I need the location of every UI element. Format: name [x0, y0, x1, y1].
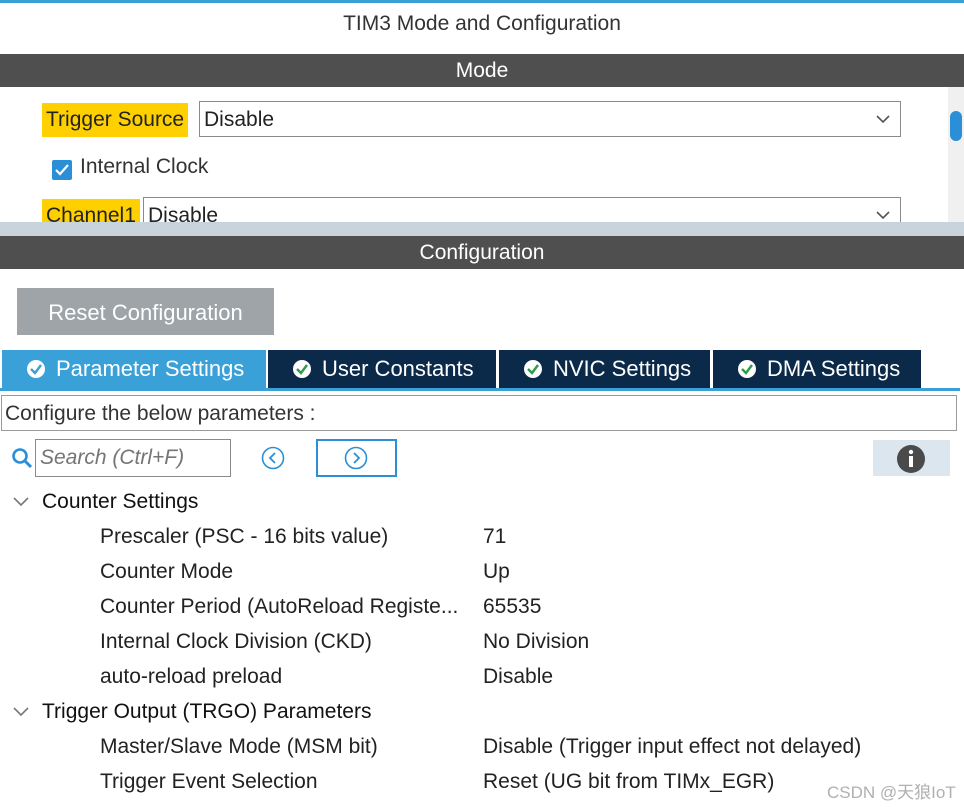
trigger-source-select[interactable]: Disable	[199, 101, 901, 137]
internal-clock-checkbox[interactable]	[52, 160, 72, 180]
mode-scrollbar-thumb[interactable]	[950, 111, 962, 141]
tab-dma-settings[interactable]: DMA Settings	[713, 350, 921, 388]
param-value[interactable]: 65535	[483, 589, 541, 624]
info-icon	[897, 445, 925, 473]
check-circle-icon	[27, 360, 45, 378]
channel1-label: Channel1	[42, 199, 140, 222]
table-row[interactable]: Internal Clock Division (CKD) No Divisio…	[0, 624, 964, 659]
tab-label: NVIC Settings	[553, 356, 692, 381]
info-button[interactable]	[873, 440, 950, 476]
param-value[interactable]: Up	[483, 554, 510, 589]
reset-configuration-button[interactable]: Reset Configuration	[17, 288, 274, 335]
table-row[interactable]: Prescaler (PSC - 16 bits value) 71	[0, 519, 964, 554]
internal-clock-label: Internal Clock	[80, 155, 209, 178]
tab-nvic-settings[interactable]: NVIC Settings	[499, 350, 710, 388]
tab-label: Parameter Settings	[56, 356, 245, 381]
chevron-down-icon	[876, 115, 890, 124]
mode-scrollbar-track[interactable]	[948, 87, 964, 222]
group-label: Trigger Output (TRGO) Parameters	[42, 700, 372, 723]
tab-label: DMA Settings	[767, 356, 901, 381]
trigger-source-label: Trigger Source	[42, 103, 189, 137]
table-row[interactable]: Trigger Event Selection Reset (UG bit fr…	[0, 764, 964, 799]
param-name: Prescaler (PSC - 16 bits value)	[100, 525, 389, 548]
panel-splitter[interactable]	[0, 222, 964, 236]
group-label: Counter Settings	[42, 490, 199, 513]
tab-user-constants[interactable]: User Constants	[268, 350, 496, 388]
channel1-select[interactable]: Disable	[143, 197, 901, 222]
watermark: CSDN @天狼IoT	[827, 783, 956, 802]
check-circle-icon	[524, 360, 542, 378]
chevron-right-circle-icon	[344, 446, 368, 470]
param-name: Trigger Event Selection	[100, 770, 318, 793]
top-accent-line	[0, 0, 964, 3]
chevron-left-circle-icon	[261, 446, 285, 470]
trigger-source-value: Disable	[204, 108, 275, 131]
param-value[interactable]: Disable (Trigger input effect not delaye…	[483, 729, 861, 764]
search-previous-button[interactable]	[256, 439, 290, 477]
table-row[interactable]: auto-reload preload Disable	[0, 659, 964, 694]
checkmark-icon	[55, 164, 69, 176]
param-value[interactable]: Disable	[483, 659, 553, 694]
search-input[interactable]	[35, 439, 231, 477]
param-value[interactable]: Reset (UG bit from TIMx_EGR)	[483, 764, 774, 799]
parameters-description: Configure the below parameters :	[1, 395, 957, 431]
chevron-down-icon	[13, 497, 29, 507]
search-icon	[12, 448, 33, 469]
param-value[interactable]: No Division	[483, 624, 589, 659]
table-row[interactable]: Counter Mode Up	[0, 554, 964, 589]
window-title: TIM3 Mode and Configuration	[343, 12, 621, 35]
param-name: Counter Mode	[100, 560, 234, 583]
tab-parameter-settings[interactable]: Parameter Settings	[2, 350, 266, 388]
check-circle-icon	[293, 360, 311, 378]
tab-underline	[0, 388, 960, 391]
chevron-down-icon	[13, 707, 29, 717]
mode-panel: Trigger Source Disable Internal Clock Ch…	[0, 87, 964, 222]
table-row[interactable]: Counter Period (AutoReload Registe... 65…	[0, 589, 964, 624]
param-value[interactable]: 71	[483, 519, 506, 554]
table-row[interactable]: Master/Slave Mode (MSM bit) Disable (Tri…	[0, 729, 964, 764]
param-name: Counter Period (AutoReload Registe...	[100, 595, 459, 618]
mode-header: Mode	[0, 54, 964, 87]
channel1-value: Disable	[148, 204, 219, 222]
check-circle-icon	[738, 360, 756, 378]
param-name: Internal Clock Division (CKD)	[100, 630, 372, 653]
param-name: Master/Slave Mode (MSM bit)	[100, 735, 378, 758]
tab-label: User Constants	[322, 356, 474, 381]
configuration-header: Configuration	[0, 236, 964, 269]
config-tabs: Parameter Settings User Constants NVIC S…	[0, 350, 964, 388]
param-name: auto-reload preload	[100, 665, 283, 688]
chevron-down-icon	[876, 211, 890, 220]
search-next-button[interactable]	[316, 439, 397, 477]
